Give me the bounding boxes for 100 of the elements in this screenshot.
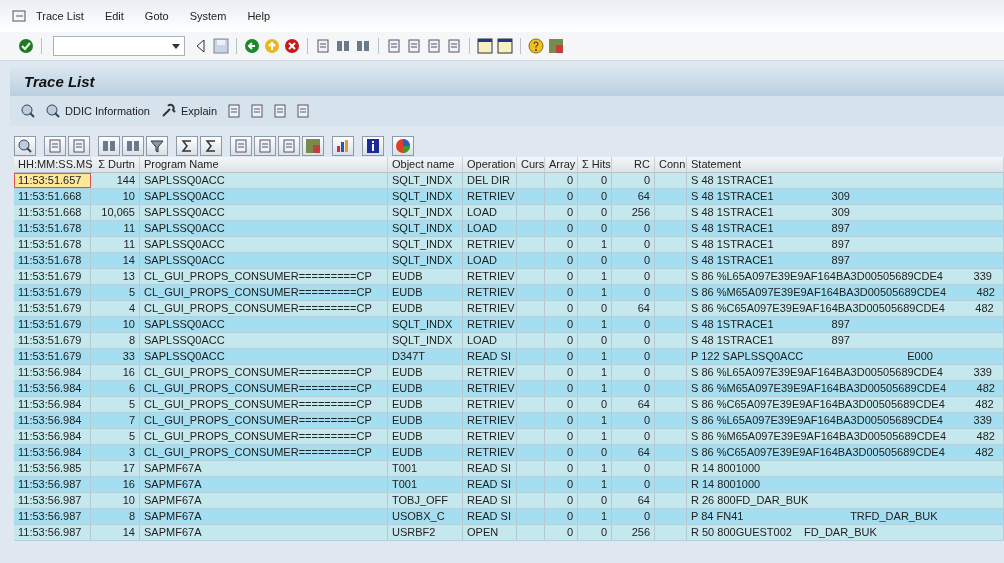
- table-cell: READ SI: [463, 461, 517, 476]
- bar-chart-icon[interactable]: [335, 138, 351, 154]
- document-icon[interactable]: [226, 103, 243, 119]
- dropdown-caret-icon[interactable]: [172, 43, 180, 49]
- toolbar-button[interactable]: Explain: [159, 103, 220, 119]
- table-cell: SQLT_INDX: [388, 173, 463, 188]
- document-icon[interactable]: [295, 103, 312, 119]
- column-header[interactable]: Operation: [463, 157, 517, 172]
- table-cell: 1: [578, 317, 612, 332]
- table-cell: S 48 1STRACE1: [687, 173, 1004, 188]
- command-field[interactable]: [53, 36, 185, 56]
- table-cell: 64: [612, 189, 655, 204]
- time-cell: 11:53:51.678: [14, 237, 91, 252]
- table-cell: 1: [578, 285, 612, 300]
- time-cell: 11:53:56.984: [14, 429, 91, 444]
- grid-icon[interactable]: [305, 138, 321, 154]
- table-cell: 1: [578, 381, 612, 396]
- toolbar-button[interactable]: DDIC Information: [43, 103, 152, 119]
- table-cell: LOAD: [463, 333, 517, 348]
- table-cell: 0: [545, 477, 578, 492]
- table-cell: 0: [612, 381, 655, 396]
- table-cell: 0: [578, 189, 612, 204]
- table-cell: SAPLSSQ0ACC: [140, 333, 388, 348]
- table-cell: 11: [91, 221, 140, 236]
- menu-item[interactable]: Edit: [104, 10, 124, 22]
- table-cell: 14: [91, 525, 140, 540]
- menu-icon[interactable]: [12, 10, 26, 22]
- column-header[interactable]: HH:MM:SS.MS: [14, 157, 91, 172]
- table-cell: 0: [578, 301, 612, 316]
- document-icon[interactable]: [249, 103, 266, 119]
- table-cell: 0: [612, 285, 655, 300]
- table-cell: 0: [545, 413, 578, 428]
- table-cell: R 14 8001000: [687, 461, 1004, 476]
- page-icon[interactable]: [426, 38, 442, 54]
- window-icon[interactable]: [477, 38, 493, 54]
- table-cell: 10: [91, 493, 140, 508]
- table-cell: 64: [612, 397, 655, 412]
- table-cell: 0: [545, 429, 578, 444]
- menu-item[interactable]: Trace List: [36, 10, 84, 22]
- page-icon[interactable]: [446, 38, 462, 54]
- table-cell: 1: [578, 349, 612, 364]
- table-cell: 0: [578, 253, 612, 268]
- column-header[interactable]: Program Name: [140, 157, 388, 172]
- table-cell: R 26 800FD_DAR_BUK: [687, 493, 1004, 508]
- table-cell: 0: [578, 333, 612, 348]
- time-cell: 11:53:51.678: [14, 253, 91, 268]
- screen-title: Trace List: [24, 73, 95, 90]
- time-cell: 11:53:51.679: [14, 301, 91, 316]
- column-header[interactable]: Curs: [517, 157, 545, 172]
- window-icon[interactable]: [497, 38, 513, 54]
- column-header[interactable]: Σ Durtn: [91, 157, 140, 172]
- table-cell: LOAD: [463, 205, 517, 220]
- table-cell: 17: [91, 461, 140, 476]
- table-cell: 0: [612, 365, 655, 380]
- document-icon[interactable]: [272, 103, 289, 119]
- check-icon[interactable]: [18, 38, 34, 54]
- column-header[interactable]: RC: [612, 157, 655, 172]
- table-cell: 0: [545, 445, 578, 460]
- page-icon[interactable]: [406, 38, 422, 54]
- table-cell: 0: [545, 333, 578, 348]
- column-header[interactable]: Array: [545, 157, 578, 172]
- menu-item[interactable]: Help: [247, 10, 271, 22]
- table-cell: EUDB: [388, 301, 463, 316]
- table-cell: 0: [612, 333, 655, 348]
- filter-icon[interactable]: [149, 138, 165, 154]
- cancel-icon[interactable]: [284, 38, 300, 54]
- table-cell: S 86 %L65A097E39E9AF164BA3D00505689CDE4 339: [687, 269, 1004, 284]
- table-cell: S 48 1STRACE1 309: [687, 189, 1004, 204]
- column-header[interactable]: Σ Hits: [578, 157, 612, 172]
- color-wheel-icon[interactable]: [395, 138, 411, 154]
- column-header[interactable]: Conn: [655, 157, 687, 172]
- table-cell: 0: [545, 461, 578, 476]
- menu-item[interactable]: Goto: [144, 10, 169, 22]
- time-cell: 11:53:56.984: [14, 381, 91, 396]
- time-cell: 11:53:51.679: [14, 269, 91, 284]
- info-icon[interactable]: [365, 138, 381, 154]
- table-cell: EUDB: [388, 365, 463, 380]
- grid-icon[interactable]: [548, 38, 564, 54]
- page-icon[interactable]: [386, 38, 402, 54]
- column-header[interactable]: Object name: [388, 157, 463, 172]
- table-cell: 0: [545, 349, 578, 364]
- table-cell: SAPMF67A: [140, 525, 388, 540]
- table-cell: 0: [612, 413, 655, 428]
- table-cell: 0: [578, 493, 612, 508]
- time-cell: 11:53:56.985: [14, 461, 91, 476]
- table-cell: CL_GUI_PROPS_CONSUMER=========CP: [140, 413, 388, 428]
- table-cell: SAPLSSQ0ACC: [140, 317, 388, 332]
- column-header[interactable]: Statement: [687, 157, 1004, 172]
- table-cell: READ SI: [463, 509, 517, 524]
- magnifier-icon[interactable]: [20, 103, 36, 119]
- magnifier-icon[interactable]: [17, 138, 33, 154]
- table-cell: CL_GUI_PROPS_CONSUMER=========CP: [140, 429, 388, 444]
- document-icon[interactable]: [257, 138, 273, 154]
- document-icon[interactable]: [281, 138, 297, 154]
- help-icon[interactable]: [528, 38, 544, 54]
- menu-item[interactable]: System: [189, 10, 227, 22]
- table-cell: SAPMF67A: [140, 509, 388, 524]
- table-cell: 0: [545, 397, 578, 412]
- table-cell: 0: [612, 477, 655, 492]
- table-cell: T001: [388, 461, 463, 476]
